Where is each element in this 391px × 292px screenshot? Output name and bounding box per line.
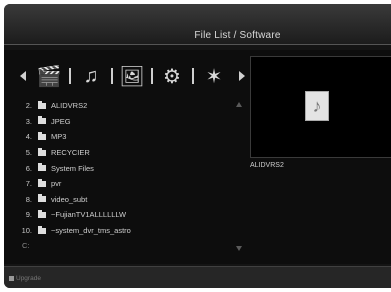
item-number: 2. — [25, 101, 32, 111]
item-name: ~FujianTV1ALLLLLLW — [51, 210, 127, 220]
category-toolbar: 🎬 ♫ 🖼 ⚙ ✶ — [20, 62, 248, 92]
folder-icon — [38, 209, 46, 218]
folder-icon — [38, 131, 46, 140]
software-sparkle-icon: ✶ — [205, 65, 223, 88]
item-number: 3. — [25, 116, 32, 126]
item-name: ALIDVRS2 — [51, 101, 88, 111]
list-item[interactable]: 10. ~system_dvr_tms_astro — [8, 223, 244, 239]
title-bar: File List / Software — [4, 4, 391, 45]
item-name: RECYCIER — [51, 148, 90, 158]
page-title: File List / Software — [194, 30, 281, 41]
music-file-icon: ♪ — [305, 91, 329, 121]
list-item[interactable]: 7. pvr — [8, 176, 244, 192]
separator — [192, 68, 194, 84]
separator — [151, 68, 153, 84]
arrow-right-icon[interactable] — [239, 71, 245, 81]
preview-filename: ALIDVRS2 — [250, 162, 284, 169]
upgrade-hint[interactable]: Upgrade — [9, 275, 41, 282]
list-item[interactable]: 8. video_subt — [8, 192, 244, 208]
list-item[interactable]: 3. JPEG — [8, 114, 244, 130]
separator — [69, 68, 71, 84]
item-number: 8. — [25, 194, 32, 204]
item-name: ~system_dvr_tms_astro — [51, 226, 131, 236]
item-number: 5. — [25, 148, 32, 158]
folder-icon — [38, 100, 46, 109]
settings-gear-icon: ⚙ — [163, 65, 181, 88]
photo-gallery-icon: 🖼 — [119, 65, 145, 88]
preview-pane: ♪ — [250, 56, 391, 158]
file-list-panel: 🎬 ♫ 🖼 ⚙ ✶ 2. ALIDVRS2 3. JPEG 4. MP3 5. … — [8, 54, 248, 264]
list-item[interactable]: 9. ~FujianTV1ALLLLLLW — [8, 207, 244, 223]
category-settings[interactable]: ⚙ — [157, 62, 187, 90]
folder-icon — [38, 147, 46, 156]
item-name: video_subt — [51, 194, 88, 204]
folder-icon — [38, 194, 46, 203]
list-item[interactable]: 4. MP3 — [8, 129, 244, 145]
list-item[interactable]: 6. System Files — [8, 160, 244, 176]
item-name: System Files — [51, 163, 94, 173]
category-music[interactable]: ♫ — [76, 62, 106, 90]
item-number: 7. — [25, 179, 32, 189]
color-key-icon — [9, 276, 14, 281]
folder-icon — [38, 178, 46, 187]
file-browser-screen: File List / Software 🎬 ♫ 🖼 ⚙ ✶ 2. ALIDVR… — [4, 4, 391, 288]
item-name: JPEG — [51, 116, 71, 126]
music-note-icon: ♫ — [83, 64, 99, 87]
separator — [111, 68, 113, 84]
category-movie[interactable]: 🎬 — [34, 62, 64, 90]
content-area: 🎬 ♫ 🖼 ⚙ ✶ 2. ALIDVRS2 3. JPEG 4. MP3 5. … — [4, 50, 391, 264]
list-item[interactable]: 5. RECYCIER — [8, 145, 244, 161]
folder-icon — [38, 225, 46, 234]
current-path: C: — [22, 240, 30, 250]
movie-clapper-icon: 🎬 — [36, 65, 62, 88]
scroll-down-icon[interactable] — [236, 246, 242, 251]
item-name: pvr — [51, 179, 62, 189]
item-name: MP3 — [51, 132, 67, 142]
folder-icon — [38, 116, 46, 125]
category-photo[interactable]: 🖼 — [117, 62, 147, 90]
arrow-left-icon[interactable] — [20, 71, 26, 81]
folder-icon — [38, 163, 46, 172]
item-number: 9. — [25, 210, 32, 220]
file-list: 2. ALIDVRS2 3. JPEG 4. MP3 5. RECYCIER 6… — [8, 98, 244, 252]
upgrade-label: Upgrade — [16, 275, 41, 282]
category-software[interactable]: ✶ — [199, 62, 229, 90]
item-number: 4. — [25, 132, 32, 142]
list-item[interactable]: 2. ALIDVRS2 — [8, 98, 244, 114]
footer-bar: Upgrade — [4, 266, 391, 288]
item-number: 6. — [25, 163, 32, 173]
item-number: 10. — [21, 226, 32, 236]
